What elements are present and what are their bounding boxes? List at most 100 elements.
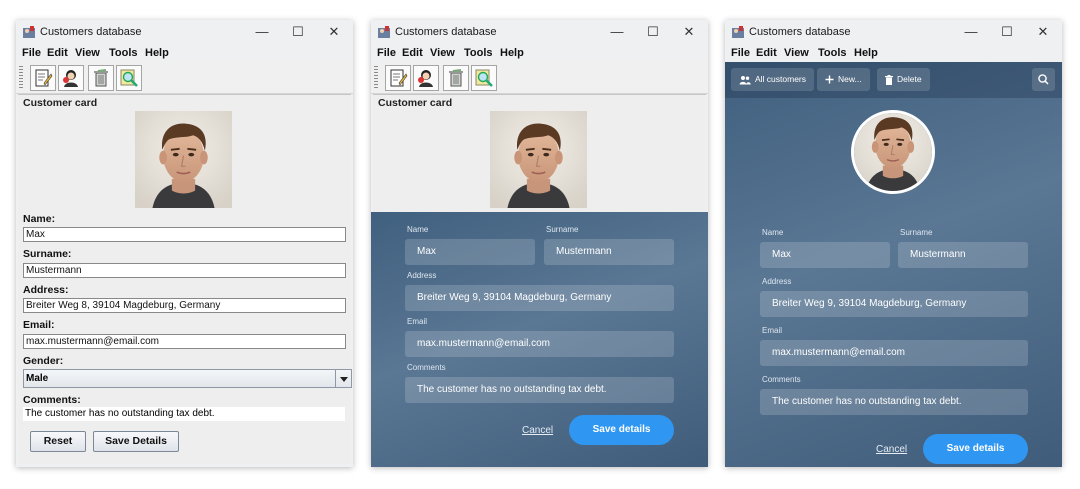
comments-label: Comments: [23, 394, 81, 406]
email-field[interactable]: max.mustermann@email.com [760, 340, 1028, 366]
modern-form: All customers New... Delete Name Max Sur… [725, 62, 1062, 467]
menu-bar: File Edit View Tools Help [725, 45, 1062, 62]
section-title: Customer card [23, 97, 98, 109]
email-label: Email: [23, 319, 55, 331]
action-bar: All customers New... Delete [725, 62, 1062, 98]
surname-label: Surname [900, 228, 933, 237]
maximize-icon[interactable]: ☐ [998, 23, 1016, 41]
trash-icon[interactable] [88, 65, 114, 91]
customers-icon[interactable] [58, 65, 84, 91]
menu-tools[interactable]: Tools [464, 47, 493, 59]
email-field[interactable]: max.mustermann@email.com [405, 331, 674, 357]
comments-field[interactable]: The customer has no outstanding tax debt… [760, 389, 1028, 415]
plus-icon [825, 75, 834, 84]
name-field[interactable]: Max [405, 239, 535, 265]
address-label: Address [407, 271, 437, 280]
menu-view[interactable]: View [75, 47, 100, 59]
surname-field[interactable]: Mustermann [898, 242, 1028, 268]
menu-tools[interactable]: Tools [818, 47, 847, 59]
menu-bar: File Edit View Tools Help [16, 45, 353, 62]
people-icon [739, 75, 751, 85]
title-bar[interactable]: Customers database — ☐ ✕ [725, 20, 1062, 45]
menu-file[interactable]: File [22, 47, 41, 59]
menu-edit[interactable]: Edit [756, 47, 777, 59]
search-icon [1038, 74, 1049, 85]
customer-card-panel: Customer card Name: Max Surname: Musterm… [18, 94, 352, 464]
address-field[interactable]: Breiter Weg 9, 39104 Magdeburg, Germany [405, 285, 674, 311]
address-field[interactable]: Breiter Weg 9, 39104 Magdeburg, Germany [760, 291, 1028, 317]
edit-document-icon[interactable] [30, 65, 56, 91]
comments-field[interactable]: The customer has no outstanding tax debt… [23, 407, 345, 421]
minimize-icon[interactable]: — [253, 23, 271, 41]
close-icon[interactable]: ✕ [680, 23, 698, 41]
edit-document-icon[interactable] [385, 65, 411, 91]
menu-file[interactable]: File [731, 47, 750, 59]
all-customers-button[interactable]: All customers [731, 68, 815, 91]
cancel-link[interactable]: Cancel [522, 425, 553, 436]
menu-view[interactable]: View [784, 47, 809, 59]
menu-edit[interactable]: Edit [402, 47, 423, 59]
chevron-down-icon[interactable] [335, 370, 351, 387]
customer-avatar [851, 110, 935, 194]
gender-select[interactable]: Male [23, 369, 352, 388]
name-label: Name [762, 228, 784, 237]
all-customers-label: All customers [755, 74, 807, 84]
customer-photo [135, 111, 232, 208]
search-icon[interactable] [471, 65, 497, 91]
toolbar-grip[interactable] [19, 66, 23, 88]
customer-card-panel: Customer card [373, 94, 706, 212]
customer-photo [490, 111, 587, 208]
menu-help[interactable]: Help [500, 47, 524, 59]
surname-field[interactable]: Mustermann [544, 239, 674, 265]
search-button[interactable] [1032, 68, 1055, 91]
delete-customer-button[interactable]: Delete [877, 68, 930, 91]
trash-icon [885, 74, 893, 85]
menu-file[interactable]: File [377, 47, 396, 59]
menu-view[interactable]: View [430, 47, 455, 59]
cancel-link[interactable]: Cancel [876, 444, 907, 455]
search-icon[interactable] [116, 65, 142, 91]
menu-help[interactable]: Help [854, 47, 878, 59]
close-icon[interactable]: ✕ [1034, 23, 1052, 41]
window-title: Customers database [749, 26, 851, 38]
comments-label: Comments [407, 363, 446, 372]
minimize-icon[interactable]: — [608, 23, 626, 41]
surname-label: Surname: [23, 248, 72, 260]
surname-field[interactable]: Mustermann [23, 263, 346, 278]
email-field[interactable]: max.mustermann@email.com [23, 334, 346, 349]
trash-icon[interactable] [443, 65, 469, 91]
maximize-icon[interactable]: ☐ [644, 23, 662, 41]
save-details-button[interactable]: Save details [923, 434, 1028, 464]
save-details-button[interactable]: Save details [569, 415, 674, 445]
name-field[interactable]: Max [23, 227, 346, 242]
customers-icon[interactable] [413, 65, 439, 91]
maximize-icon[interactable]: ☐ [289, 23, 307, 41]
gender-label: Gender: [23, 355, 64, 367]
reset-button[interactable]: Reset [30, 431, 86, 452]
name-field[interactable]: Max [760, 242, 890, 268]
app-icon [23, 26, 35, 38]
customer-photo [854, 113, 932, 191]
title-bar[interactable]: Customers database — ☐ ✕ [371, 20, 708, 45]
modern-form: Name Max Surname Mustermann Address Brei… [371, 212, 708, 467]
new-customer-label: New... [838, 74, 862, 84]
new-customer-button[interactable]: New... [817, 68, 870, 91]
toolbar-grip[interactable] [374, 66, 378, 88]
address-label: Address [762, 277, 792, 286]
menu-tools[interactable]: Tools [109, 47, 138, 59]
comments-field[interactable]: The customer has no outstanding tax debt… [405, 377, 674, 403]
menu-edit[interactable]: Edit [47, 47, 68, 59]
menu-help[interactable]: Help [145, 47, 169, 59]
title-bar[interactable]: Customers database — ☐ ✕ [16, 20, 353, 45]
surname-label: Surname [546, 225, 579, 234]
address-label: Address: [23, 284, 69, 296]
comments-label: Comments [762, 375, 801, 384]
save-details-button[interactable]: Save Details [93, 431, 179, 452]
close-icon[interactable]: ✕ [325, 23, 343, 41]
address-field[interactable]: Breiter Weg 8, 39104 Magdeburg, Germany [23, 298, 346, 313]
app-icon [732, 26, 744, 38]
name-label: Name [407, 225, 429, 234]
toolbar [16, 62, 353, 94]
toolbar [371, 62, 708, 94]
minimize-icon[interactable]: — [962, 23, 980, 41]
